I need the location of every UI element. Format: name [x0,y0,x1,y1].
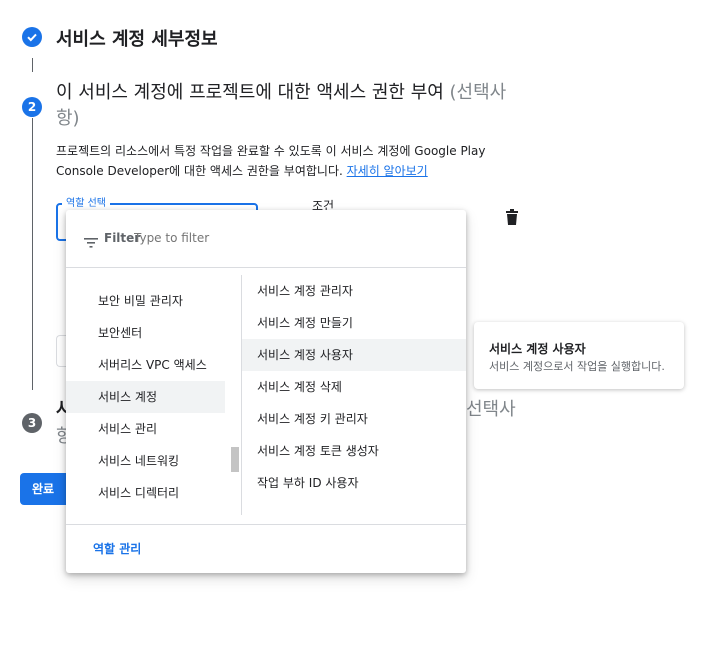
role-item-selected[interactable]: 서비스 계정 사용자 [257,339,353,371]
role-item[interactable]: 서비스 계정 키 관리자 [257,403,368,435]
step-2-title: 이 서비스 계정에 프로젝트에 대한 액세스 권한 부여 (선택사항) [56,80,526,132]
role-item[interactable]: 서비스 계정 삭제 [257,371,342,403]
tooltip-title: 서비스 계정 사용자 [489,342,586,356]
done-button[interactable]: 완료 [20,473,66,505]
step-2-description: 프로젝트의 리소스에서 특정 작업을 완료할 수 있도록 이 서비스 계정에 G… [56,141,491,181]
role-item[interactable]: 서비스 계정 토큰 생성자 [257,435,379,467]
step-3-title-fragment-right: 선택사 [466,399,516,420]
list-item[interactable]: 보안 비밀 관리자 [98,285,183,317]
list-item[interactable]: 서버리스 VPC 액세스 [98,349,207,381]
list-item-selected[interactable]: 서비스 계정 [98,381,157,413]
learn-more-link[interactable]: 자세히 알아보기 [347,164,428,178]
step-1-check-icon [22,27,42,47]
step-connector [32,58,33,72]
step-3-title-fragment-line2: 항 [56,426,66,447]
step-2-circle: 2 [22,97,42,117]
tooltip-description: 서비스 계정으로서 작업을 실행합니다. [489,360,665,373]
manage-roles-link[interactable]: 역할 관리 [93,540,141,557]
role-tooltip: 서비스 계정 사용자 서비스 계정으로서 작업을 실행합니다. [474,322,684,389]
list-item[interactable]: 서비스 네트워킹 [98,445,179,477]
filter-divider [66,267,466,268]
delete-icon[interactable] [505,209,519,225]
footer-divider [66,524,466,525]
role-item[interactable]: 서비스 계정 관리자 [257,275,353,307]
list-item[interactable]: 보안센터 [98,317,142,349]
step-3-circle: 3 [22,413,42,433]
step-3-title-fragment-left: 사 [56,399,66,420]
role-item[interactable]: 작업 부하 ID 사용자 [257,467,359,499]
filter-input[interactable] [134,229,434,247]
filter-icon [84,233,98,248]
role-dropdown: Filter 보안 비밀 관리자 보안센터 서버리스 VPC 액세스 서비스 계… [66,210,466,573]
right-role-list: 서비스 계정 관리자 서비스 계정 만들기 서비스 계정 사용자 서비스 계정 … [242,275,466,515]
left-scrollbar-thumb[interactable] [231,447,239,472]
list-item[interactable]: 서비스 관리 [98,413,157,445]
step-1-title: 서비스 계정 세부정보 [56,29,218,50]
list-item[interactable]: 서비스 디렉터리 [98,477,179,509]
step-2-title-main: 이 서비스 계정에 프로젝트에 대한 액세스 권한 부여 [56,82,450,103]
step-2-connector [32,118,33,390]
role-select-label: 역할 선택 [62,194,110,209]
left-category-list: 보안 비밀 관리자 보안센터 서버리스 VPC 액세스 서비스 계정 서비스 관… [66,285,241,510]
role-item[interactable]: 서비스 계정 만들기 [257,307,353,339]
